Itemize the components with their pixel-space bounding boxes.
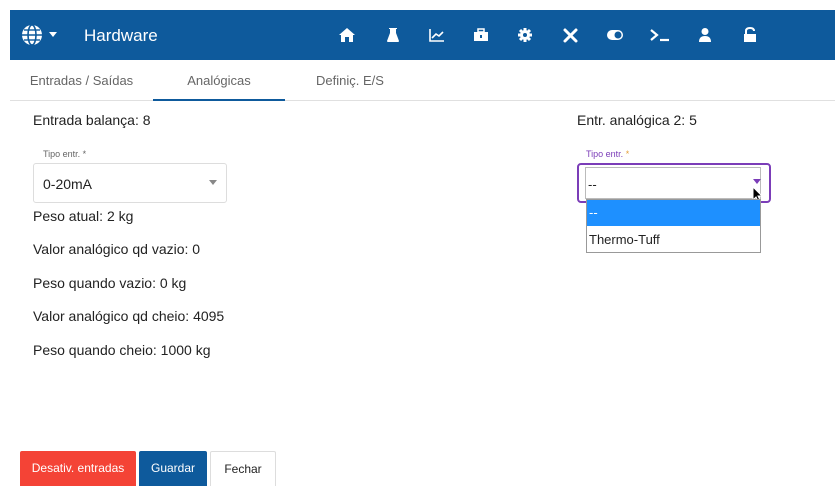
dropdown-list: -- Thermo-Tuff	[586, 199, 761, 253]
tab-analog[interactable]: Analógicas	[153, 60, 285, 101]
input-type-select[interactable]: 0-20mA	[33, 163, 227, 203]
close-button[interactable]: Fechar	[210, 451, 276, 486]
chevron-down-icon[interactable]	[49, 32, 57, 37]
tab-inputs-outputs[interactable]: Entradas / Saídas	[10, 60, 153, 101]
weight-full: Peso quando cheio: 1000 kg	[33, 342, 211, 358]
analog-input-heading: Entr. analógica 2: 5	[577, 112, 697, 128]
top-bar: Hardware	[10, 10, 835, 60]
analog-value-empty: Valor analógico qd vazio: 0	[33, 241, 201, 257]
input-type-legend-2: Tipo entr. *	[586, 149, 630, 159]
chart-icon[interactable]	[426, 24, 448, 46]
tab-bar: Entradas / Saídas Analógicas Definiç. E/…	[10, 60, 835, 101]
toggle-icon[interactable]	[604, 24, 626, 46]
disable-inputs-button[interactable]: Desativ. entradas	[20, 451, 136, 486]
scale-input-heading: Entrada balança: 8	[33, 112, 151, 128]
globe-icon[interactable]	[21, 24, 43, 46]
dropdown-option-empty[interactable]: --	[587, 200, 760, 226]
save-button[interactable]: Guardar	[139, 451, 207, 486]
terminal-icon[interactable]	[649, 24, 671, 46]
chevron-down-icon	[753, 179, 761, 184]
analog-value-full: Valor analógico qd cheio: 4095	[33, 308, 225, 324]
user-icon[interactable]	[694, 24, 716, 46]
gear-icon[interactable]	[514, 24, 536, 46]
weight-empty: Peso quando vazio: 0 kg	[33, 275, 187, 291]
lock-icon[interactable]	[739, 24, 761, 46]
dropdown-option-thermo-tuff[interactable]: Thermo-Tuff	[587, 227, 760, 253]
page-title: Hardware	[84, 26, 158, 45]
current-weight: Peso atual: 2 kg	[33, 208, 134, 224]
home-icon[interactable]	[336, 24, 358, 46]
flask-icon[interactable]	[382, 24, 404, 46]
input-type-value: 0-20mA	[43, 176, 93, 192]
tab-io-settings[interactable]: Definiç. E/S	[285, 60, 415, 101]
chevron-down-icon	[209, 180, 217, 185]
toolbox-icon[interactable]	[470, 24, 492, 46]
tools-icon[interactable]	[559, 24, 581, 46]
native-select-value: --	[588, 177, 597, 192]
native-select[interactable]: --	[585, 167, 761, 199]
input-type-legend: Tipo entr. *	[43, 149, 87, 159]
